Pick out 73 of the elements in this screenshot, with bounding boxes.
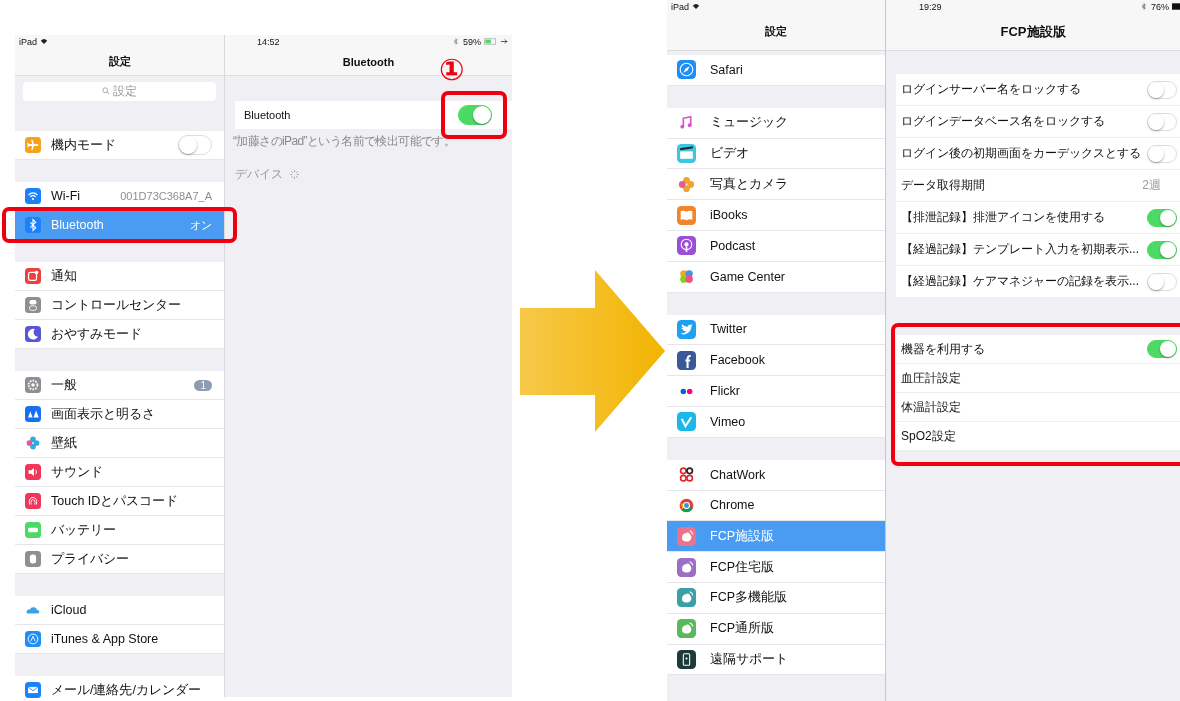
settings-list-item[interactable]: 画面表示と明るさ [15, 400, 224, 429]
footer-note: “加藤さのiPad”という名前で検出可能です。 [233, 133, 457, 150]
wifi-icon [40, 38, 48, 45]
settings-list-item[interactable]: コントロールセンター [15, 291, 224, 320]
battery-icon [484, 38, 497, 45]
setting-label: ログインデータベース名をロックする [901, 113, 1106, 130]
search-icon [102, 87, 110, 95]
toggle-switch[interactable] [1147, 340, 1177, 358]
settings-list-item[interactable]: メール/連絡先/カレンダー [15, 676, 224, 701]
settings-list-item[interactable]: iTunes & App Store [15, 625, 224, 654]
spinner-icon [289, 169, 300, 180]
settings-list-item[interactable]: バッテリー [15, 516, 224, 545]
setting-label: 【排泄記録】排泄アイコンを使用する [901, 209, 1106, 226]
clock-time: 19:29 [919, 1, 942, 12]
settings-list-item[interactable]: ビデオ [667, 138, 885, 170]
toggle-switch[interactable] [178, 135, 212, 155]
settings-list-item[interactable]: おやすみモード [15, 320, 224, 349]
toggle-switch[interactable] [1147, 80, 1177, 99]
battery-icon [1172, 3, 1180, 10]
settings-list-item[interactable]: Flickr [667, 376, 885, 407]
settings-list-item[interactable]: Game Center [667, 261, 885, 293]
toggle-switch[interactable] [1147, 144, 1177, 163]
setting-label: ログインサーバー名をロックする [901, 81, 1082, 98]
toggle-switch[interactable] [1147, 112, 1177, 131]
settings-list-item[interactable]: 遠隔サポート [667, 644, 885, 676]
charging-icon [500, 38, 508, 45]
carrier-label: iPad [19, 36, 37, 47]
settings-list-item[interactable]: iCloud [15, 596, 224, 625]
step-number: ① [439, 55, 465, 85]
carrier-label: iPad [671, 1, 689, 12]
bluetooth-icon [1140, 3, 1148, 10]
settings-list-item[interactable]: ChatWork [667, 459, 885, 491]
sidebar-title: 設定 [667, 13, 885, 51]
settings-list-item[interactable]: Facebook [667, 345, 885, 377]
setting-label: SpO2設定 [901, 427, 957, 445]
settings-list-item[interactable]: FCP通所版 [667, 613, 885, 645]
settings-list-item[interactable]: プライバシー [15, 545, 224, 574]
sidebar-title: 設定 [15, 48, 224, 76]
clock-time: 14:52 [257, 36, 280, 47]
settings-list-item[interactable]: FCP多機能版 [667, 582, 885, 614]
setting-label: 【経過記録】ケアマネジャーの記録を表示... [901, 273, 1140, 290]
settings-list-item[interactable]: iBooks [667, 200, 885, 231]
toggle-switch[interactable] [1147, 240, 1177, 259]
toggle-switch[interactable] [1147, 208, 1177, 227]
settings-list-item[interactable]: 壁紙 [15, 429, 224, 458]
settings-list-item[interactable]: 一般 1 [15, 371, 224, 400]
setting-label: 【経過記録】テンプレート入力を初期表示... [901, 241, 1140, 258]
toggle-switch[interactable] [1147, 272, 1177, 291]
toggle-switch[interactable] [458, 105, 492, 125]
settings-list-item[interactable]: FCP住宅版 [667, 552, 885, 583]
setting-label: ログイン後の初期画面をカーデックスとする [901, 145, 1142, 162]
settings-list-item[interactable]: サウンド [15, 458, 224, 487]
settings-list-item[interactable]: Podcast [667, 231, 885, 262]
battery-percentage: 76% [1151, 1, 1169, 12]
wifi-icon [692, 3, 700, 10]
setting-label: データ取得期間 [901, 177, 986, 194]
settings-list-item[interactable]: Twitter [667, 314, 885, 346]
setting-value: 2週 [1142, 177, 1161, 194]
settings-list-item[interactable]: Touch IDとパスコード [15, 487, 224, 516]
count-badge: 1 [194, 379, 212, 391]
battery-percentage: 59% [463, 36, 481, 47]
section-label: デバイス [235, 166, 283, 183]
setting-label: 体温計設定 [901, 398, 962, 416]
settings-list-item[interactable]: Vimeo [667, 406, 885, 438]
settings-list-item[interactable]: 機内モード [15, 131, 224, 160]
setting-label: 機器を利用する [901, 340, 986, 358]
settings-list-item[interactable]: ミュージック [667, 107, 885, 139]
settings-list-item[interactable]: Safari [667, 55, 885, 86]
bluetooth-icon [452, 38, 460, 45]
setting-label: 血圧計設定 [901, 369, 962, 387]
settings-list-item[interactable]: 通知 [15, 262, 224, 291]
settings-list-item[interactable]: 写真とカメラ [667, 169, 885, 201]
page-title: FCP施設版 [886, 13, 1180, 51]
